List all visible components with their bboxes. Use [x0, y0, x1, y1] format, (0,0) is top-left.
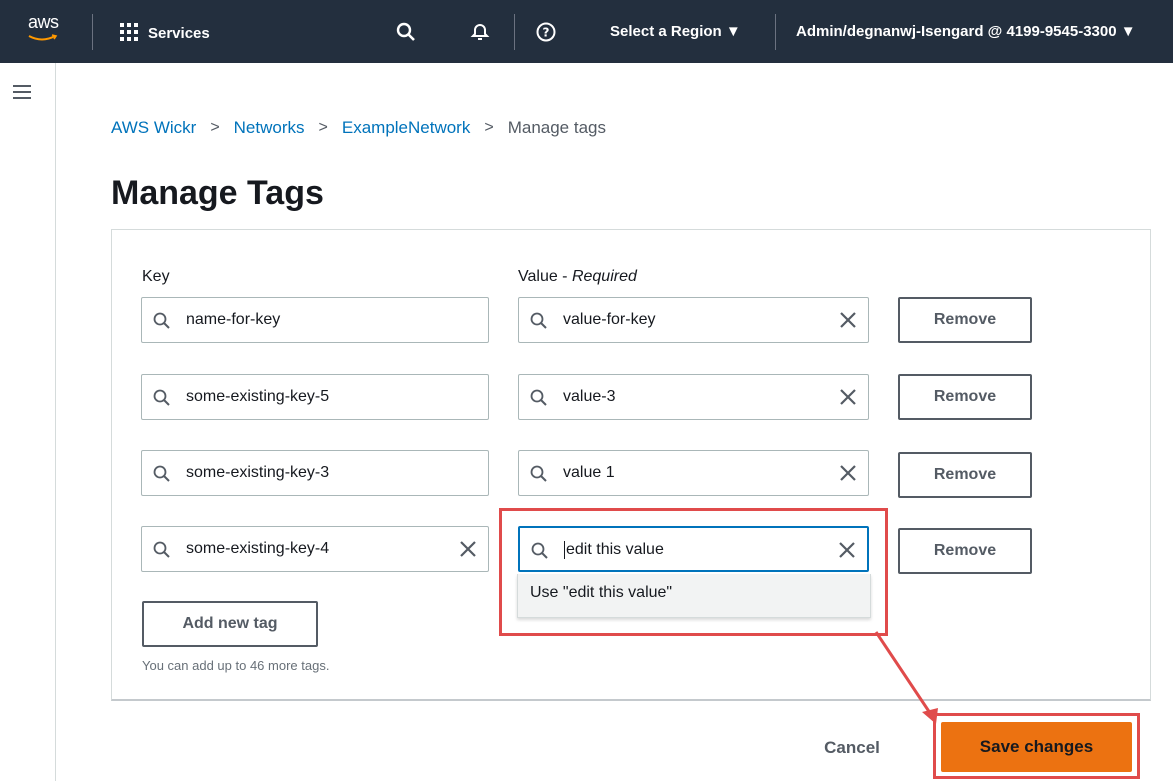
- key-input[interactable]: some-existing-key-5: [141, 374, 489, 420]
- account-menu[interactable]: Admin/degnanwj-Isengard @ 4199-9545-3300…: [796, 23, 1136, 40]
- required-label: Required: [571, 268, 637, 285]
- value-input[interactable]: value 1: [518, 450, 869, 496]
- key-input[interactable]: some-existing-key-3: [141, 450, 489, 496]
- sidebar: [0, 63, 56, 781]
- key-input-value: some-existing-key-5: [186, 388, 330, 405]
- key-column-label: Key: [142, 268, 170, 285]
- remove-button[interactable]: Remove: [898, 297, 1032, 343]
- breadcrumb-link-networks[interactable]: Networks: [234, 118, 305, 138]
- aws-smile-icon: [28, 34, 58, 41]
- breadcrumb-link-wickr[interactable]: AWS Wickr: [111, 118, 196, 138]
- clear-icon[interactable]: [458, 539, 478, 559]
- add-new-tag-button[interactable]: Add new tag: [142, 601, 318, 647]
- key-input[interactable]: name-for-key: [141, 297, 489, 343]
- breadcrumb-separator: >: [484, 119, 494, 136]
- aws-logo[interactable]: aws: [24, 8, 74, 48]
- clear-icon[interactable]: [838, 463, 858, 483]
- search-icon: [153, 389, 170, 406]
- callout-highlight-box: [499, 508, 888, 636]
- save-changes-button[interactable]: Save changes: [941, 722, 1132, 772]
- breadcrumb-separator: >: [210, 119, 220, 136]
- page-title: Manage Tags: [111, 174, 324, 212]
- key-input[interactable]: some-existing-key-4: [141, 526, 489, 572]
- help-icon[interactable]: ?: [534, 20, 558, 44]
- bell-icon[interactable]: [468, 20, 492, 44]
- remove-button[interactable]: Remove: [898, 374, 1032, 420]
- search-icon[interactable]: [394, 20, 418, 44]
- value-input-value: value-for-key: [563, 311, 656, 328]
- services-menu[interactable]: Services: [120, 20, 210, 46]
- tags-remaining-hint: You can add up to 46 more tags.: [142, 658, 330, 673]
- clear-icon[interactable]: [838, 387, 858, 407]
- search-icon: [530, 312, 547, 329]
- value-input[interactable]: value-for-key: [518, 297, 869, 343]
- remove-button[interactable]: Remove: [898, 528, 1032, 574]
- svg-text:?: ?: [543, 26, 550, 40]
- search-icon: [530, 465, 547, 482]
- cancel-button[interactable]: Cancel: [800, 728, 904, 768]
- remove-button[interactable]: Remove: [898, 452, 1032, 498]
- nav-divider: [775, 14, 776, 50]
- value-input-value: value-3: [563, 388, 616, 405]
- nav-divider: [92, 14, 93, 50]
- services-label: Services: [148, 24, 210, 42]
- search-icon: [530, 389, 547, 406]
- hamburger-menu-icon[interactable]: [13, 85, 31, 99]
- breadcrumb: AWS Wickr > Networks > ExampleNetwork > …: [111, 118, 606, 138]
- nav-divider: [514, 14, 515, 50]
- clear-icon[interactable]: [838, 310, 858, 330]
- region-selector[interactable]: Select a Region ▼: [610, 23, 741, 40]
- key-input-value: some-existing-key-4: [186, 540, 330, 557]
- top-nav-bar: aws Services ? Select a Region ▼ Admin/d…: [0, 0, 1173, 63]
- breadcrumb-separator: >: [318, 119, 328, 136]
- aws-logo-text: aws: [28, 12, 59, 32]
- value-input-value: value 1: [563, 464, 615, 481]
- value-input[interactable]: value-3: [518, 374, 869, 420]
- search-icon: [153, 541, 170, 558]
- key-input-value: some-existing-key-3: [186, 464, 330, 481]
- search-icon: [153, 312, 170, 329]
- value-column-label: Value - Required: [518, 268, 637, 285]
- breadcrumb-link-network[interactable]: ExampleNetwork: [342, 118, 471, 138]
- search-icon: [153, 465, 170, 482]
- grid-icon: [120, 23, 140, 43]
- key-input-value: name-for-key: [186, 311, 281, 328]
- breadcrumb-current: Manage tags: [507, 118, 606, 137]
